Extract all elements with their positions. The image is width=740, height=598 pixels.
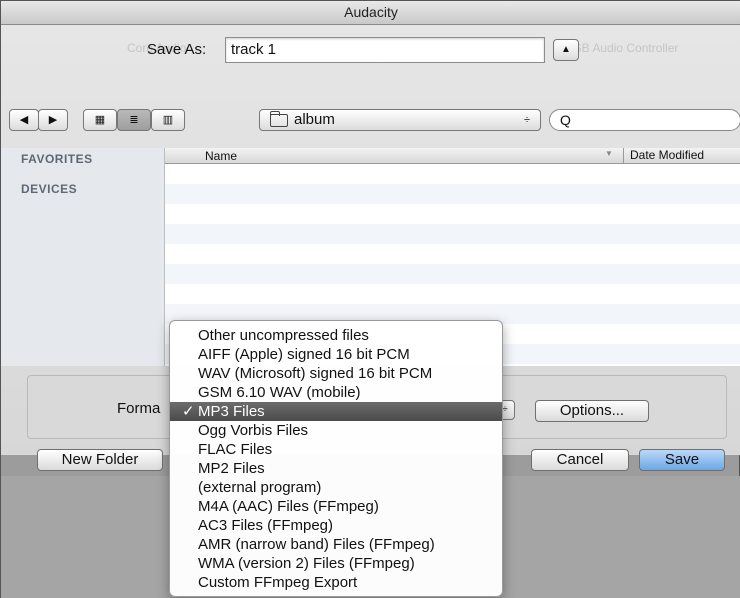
back-button[interactable]: ◀	[9, 109, 39, 131]
menu-item-label: MP3 Files	[198, 403, 265, 420]
columns-icon: ▥	[162, 114, 174, 126]
sidebar: FAVORITES DEVICES	[1, 148, 165, 366]
save-as-field[interactable]: track 1	[225, 37, 545, 63]
menu-item-other-uncompressed[interactable]: Other uncompressed files	[170, 326, 502, 345]
list-icon: ≣	[129, 114, 139, 126]
menu-item-mp2[interactable]: MP2 Files	[170, 459, 502, 478]
menu-item-flac[interactable]: FLAC Files	[170, 440, 502, 459]
list-view-button[interactable]: ≣	[117, 109, 151, 131]
folder-icon	[270, 111, 288, 127]
triangle-up-icon: ▲	[561, 44, 571, 55]
save-as-row: Save As: track 1 ▲	[1, 37, 740, 69]
audacity-window: Audacity Core Audio Built-in Output USB …	[0, 0, 740, 598]
sidebar-section-devices[interactable]: DEVICES	[21, 182, 77, 196]
sidebar-section-favorites[interactable]: FAVORITES	[21, 152, 93, 166]
updown-arrows-icon: ÷	[523, 114, 530, 126]
format-label: Forma	[117, 400, 161, 417]
expand-dialog-button[interactable]: ▲	[553, 39, 579, 61]
options-button[interactable]: Options...	[535, 400, 649, 422]
column-header-date-modified[interactable]: Date Modified	[623, 148, 740, 164]
menu-item-wav[interactable]: WAV (Microsoft) signed 16 bit PCM	[170, 364, 502, 383]
menu-item-ac3[interactable]: AC3 Files (FFmpeg)	[170, 516, 502, 535]
empty-row	[165, 264, 740, 284]
forward-arrow-icon: ▶	[48, 114, 58, 126]
icon-view-button[interactable]: ▦	[83, 109, 117, 131]
format-dropdown-menu: Other uncompressed files AIFF (Apple) si…	[169, 320, 503, 597]
menu-item-m4a[interactable]: M4A (AAC) Files (FFmpeg)	[170, 497, 502, 516]
window-title: Audacity	[1, 1, 740, 25]
menu-item-external-program[interactable]: (external program)	[170, 478, 502, 497]
back-arrow-icon: ◀	[19, 114, 29, 126]
column-header-name[interactable]: Name	[205, 149, 237, 163]
menu-item-amr[interactable]: AMR (narrow band) Files (FFmpeg)	[170, 535, 502, 554]
sort-arrow-icon: ▼	[605, 149, 613, 158]
menu-item-mp3[interactable]: ✓ MP3 Files	[170, 402, 502, 421]
updown-arrows-icon: ÷	[502, 404, 508, 415]
menu-item-custom-ffmpeg[interactable]: Custom FFmpeg Export	[170, 573, 502, 592]
search-input[interactable]: Q	[549, 109, 740, 131]
location-label: album	[294, 111, 335, 128]
menu-item-aiff[interactable]: AIFF (Apple) signed 16 bit PCM	[170, 345, 502, 364]
new-folder-button[interactable]: New Folder	[37, 449, 163, 471]
checkmark-icon: ✓	[182, 403, 195, 420]
file-list-header: Name ▼ Date Modified	[165, 148, 740, 164]
empty-row	[165, 224, 740, 244]
save-button[interactable]: Save	[639, 449, 725, 471]
grid-icon: ▦	[94, 114, 106, 126]
browser-toolbar: ◀ ▶ ▦ ≣ ▥ album ÷ Q	[1, 109, 740, 139]
search-icon: Q	[560, 112, 571, 128]
forward-button[interactable]: ▶	[38, 109, 68, 131]
empty-row	[165, 184, 740, 204]
menu-item-ogg[interactable]: Ogg Vorbis Files	[170, 421, 502, 440]
column-view-button[interactable]: ▥	[151, 109, 185, 131]
cancel-button[interactable]: Cancel	[531, 449, 629, 471]
menu-item-wma[interactable]: WMA (version 2) Files (FFmpeg)	[170, 554, 502, 573]
save-as-label: Save As:	[147, 41, 207, 58]
location-popup[interactable]: album ÷	[259, 109, 541, 131]
menu-item-gsm[interactable]: GSM 6.10 WAV (mobile)	[170, 383, 502, 402]
